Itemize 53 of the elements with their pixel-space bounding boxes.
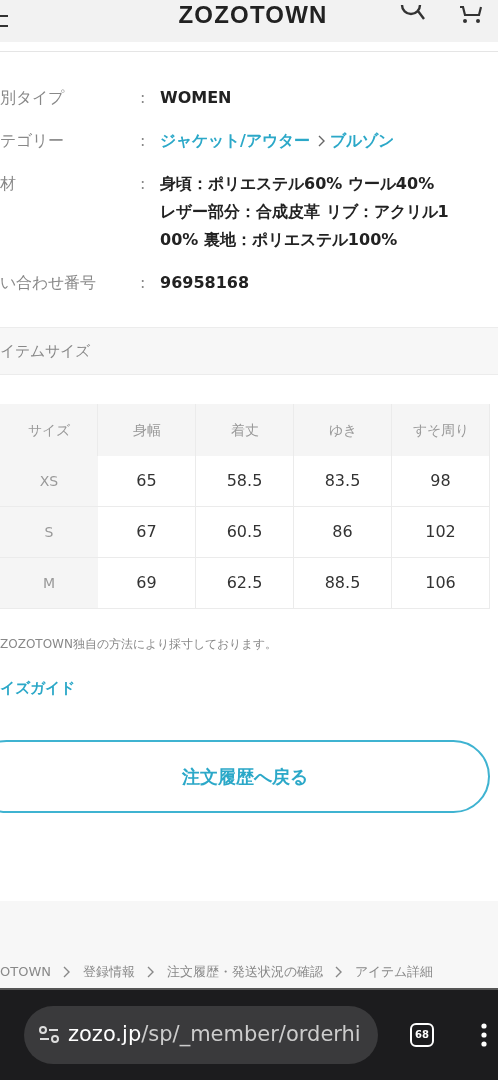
column-header: 身幅 bbox=[98, 404, 196, 456]
breadcrumb-link[interactable]: 注文履歴・発送状況の確認 bbox=[167, 962, 323, 982]
row-header: S bbox=[0, 507, 98, 558]
field-label: テゴリー bbox=[0, 130, 65, 152]
table-cell: 86 bbox=[294, 507, 392, 558]
more-options-icon[interactable] bbox=[480, 1022, 488, 1047]
menu-icon[interactable] bbox=[0, 14, 8, 28]
column-header: 着丈 bbox=[196, 404, 294, 456]
field-value: WOMEN bbox=[160, 87, 233, 109]
field-label: 材 bbox=[0, 173, 17, 195]
table-cell: 67 bbox=[98, 507, 196, 558]
column-header: ゆき bbox=[294, 404, 392, 456]
address-bar[interactable]: zozo.jp/sp/_member/orderhi bbox=[24, 1005, 378, 1064]
logo[interactable]: ZOZOTOWN bbox=[178, 3, 328, 27]
table-cell: 69 bbox=[98, 558, 196, 609]
colon: : bbox=[140, 87, 147, 109]
chevron-icon bbox=[335, 966, 343, 978]
cart-icon[interactable] bbox=[458, 5, 482, 25]
field-label: い合わせ番号 bbox=[0, 272, 97, 294]
url-text: zozo.jp/sp/_member/orderhi bbox=[68, 1021, 361, 1049]
size-guide-link[interactable]: イズガイド bbox=[0, 677, 498, 700]
table-cell: 60.5 bbox=[196, 507, 294, 558]
category-link[interactable]: ジャケット/アウター bbox=[160, 127, 310, 155]
tab-count-button[interactable]: 68 bbox=[410, 1022, 434, 1047]
breadcrumb-link[interactable]: 登録情報 bbox=[83, 962, 135, 982]
field-label: 別タイプ bbox=[0, 87, 66, 109]
table-cell: 83.5 bbox=[294, 456, 392, 507]
chevron-icon bbox=[63, 966, 71, 978]
chevron-icon bbox=[317, 135, 326, 147]
field-value: 96958168 bbox=[160, 272, 251, 294]
colon: : bbox=[140, 173, 147, 195]
table-cell: 106 bbox=[392, 558, 490, 609]
back-button[interactable]: 注文履歴へ戻る bbox=[0, 739, 490, 813]
table-cell: 102 bbox=[392, 507, 490, 558]
table-cell: 58.5 bbox=[196, 456, 294, 507]
category-link[interactable]: ブルゾン bbox=[329, 127, 394, 155]
chevron-icon bbox=[147, 966, 155, 978]
colon: : bbox=[140, 130, 147, 152]
table-cell: 65 bbox=[98, 456, 196, 507]
site-settings-icon[interactable] bbox=[38, 1024, 60, 1045]
colon: : bbox=[140, 272, 147, 294]
section-title: イテムサイズ bbox=[0, 340, 90, 362]
table-cell: 62.5 bbox=[196, 558, 294, 609]
row-header: M bbox=[0, 558, 98, 609]
field-value: 身頃：ポリエステル60% ウール40% レザー部分：合成皮革 リブ：アクリル100% 裏地：ポリエステル100% bbox=[160, 173, 450, 251]
table-cell: 98 bbox=[392, 456, 490, 507]
breadcrumb-link[interactable]: アイテム詳細 bbox=[355, 962, 433, 982]
measurement-note: ZOZOTOWN独自の方法により採寸しております。 bbox=[0, 636, 278, 653]
column-header: サイズ bbox=[0, 404, 98, 456]
table-cell: 88.5 bbox=[294, 558, 392, 609]
breadcrumb-link[interactable]: OTOWN bbox=[0, 962, 51, 982]
row-header: XS bbox=[0, 456, 98, 507]
column-header: すそ周り bbox=[392, 404, 490, 456]
